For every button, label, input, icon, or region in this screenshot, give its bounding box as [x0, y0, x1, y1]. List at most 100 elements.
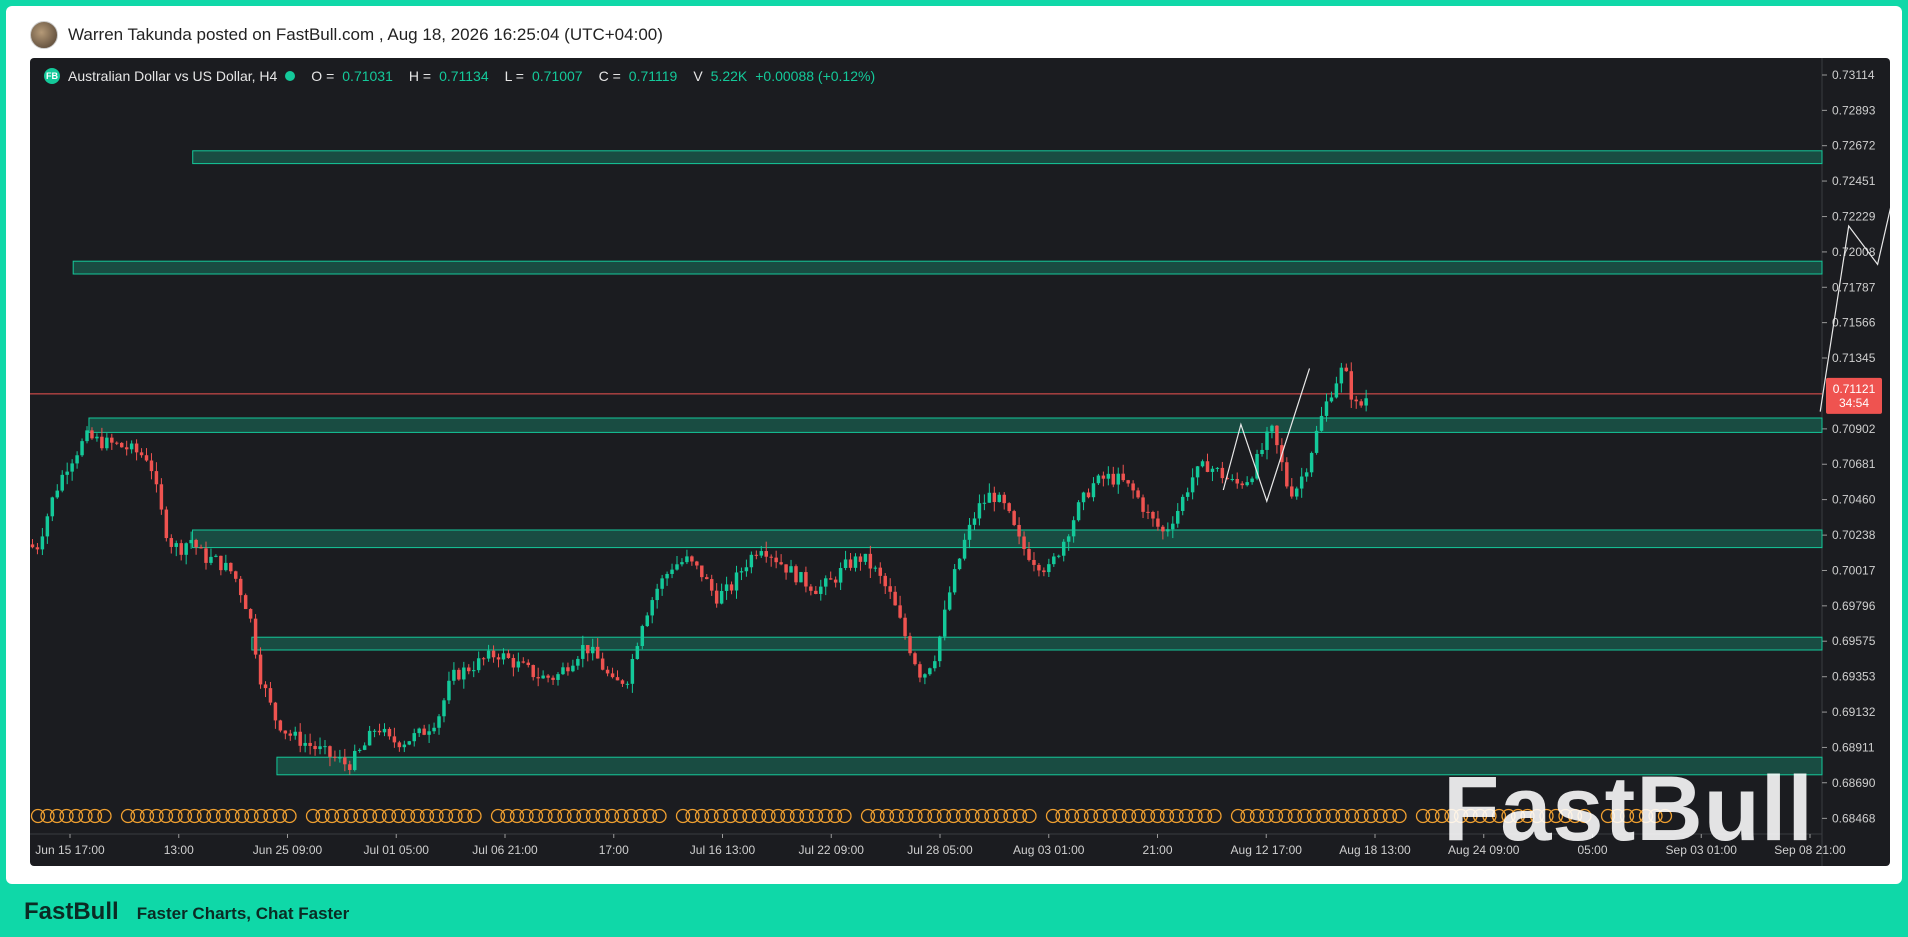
candle-body — [164, 509, 169, 539]
candle-body — [278, 720, 283, 731]
y-tick-label: 0.70902 — [1832, 422, 1876, 436]
event-marker-icon — [1207, 808, 1222, 824]
candle-body — [700, 565, 704, 578]
candle-body — [576, 658, 580, 666]
candle-body — [1091, 483, 1096, 498]
symbol-name: Australian Dollar vs US Dollar, H4 — [68, 68, 278, 84]
candle-body — [35, 547, 40, 550]
candle-body — [353, 750, 357, 770]
candle-body — [1116, 473, 1120, 485]
candle-body — [1190, 477, 1195, 493]
candle-body — [690, 556, 694, 562]
x-tick-label: 21:00 — [1142, 843, 1172, 857]
candle-body — [566, 667, 570, 672]
candle-body — [749, 554, 754, 568]
x-tick-label: Aug 03 01:00 — [1013, 843, 1085, 857]
candle-body — [526, 662, 531, 666]
y-tick-label: 0.73114 — [1832, 68, 1875, 82]
candle-body — [729, 584, 734, 591]
candle-body — [268, 688, 273, 703]
candle-body — [60, 474, 64, 491]
candle-body — [620, 680, 625, 684]
chart-canvas[interactable]: 0.73114 0.72893 0.72672 0.72451 0.72229 0.720… — [30, 58, 1890, 866]
candle-body — [650, 600, 654, 616]
candle-body — [1037, 564, 1041, 571]
candle-body — [417, 728, 421, 734]
market-status-dot-icon — [285, 71, 296, 81]
y-tick-label: 0.70460 — [1832, 493, 1876, 507]
candle-body — [1240, 483, 1244, 486]
candle-body — [918, 664, 922, 678]
open-value: 0.71031 — [342, 68, 393, 84]
candle-body — [85, 430, 89, 442]
candle-body — [1285, 462, 1289, 487]
avatar[interactable] — [30, 21, 58, 49]
candle-body — [1061, 541, 1066, 556]
candle-body — [1161, 526, 1165, 532]
price-chart[interactable]: 0.73114 0.72893 0.72672 0.72451 0.72229 0.720… — [30, 58, 1890, 866]
candle-body — [1121, 473, 1125, 481]
candle-body — [80, 441, 84, 456]
candle-body — [1057, 555, 1061, 557]
current-price-countdown: 34:54 — [1839, 396, 1869, 410]
candle-body — [680, 562, 684, 565]
candle-body — [972, 518, 977, 525]
candle-body — [893, 591, 897, 606]
candle-body — [288, 733, 293, 736]
candle-body — [144, 455, 149, 461]
support-resistance-zone — [192, 150, 1823, 165]
candle-body — [1354, 399, 1358, 402]
candle-body — [784, 564, 788, 573]
candle-body — [50, 497, 55, 517]
candle-body — [139, 452, 144, 456]
low-label: L = — [504, 68, 524, 84]
candle-body — [362, 745, 367, 750]
candle-body — [556, 674, 560, 680]
candle-body — [189, 539, 193, 544]
candle-body — [1151, 511, 1155, 519]
candle-body — [714, 590, 719, 604]
candle-body — [1195, 466, 1200, 478]
candle-body — [506, 653, 511, 658]
candle-body — [779, 562, 783, 565]
candle-body — [903, 617, 907, 637]
event-marker-icon — [1392, 808, 1407, 824]
candle-body — [134, 443, 139, 453]
candle-body — [1012, 511, 1016, 525]
candle-body — [1260, 449, 1264, 455]
candle-body — [1309, 452, 1314, 473]
candle-body — [923, 674, 927, 678]
candle-body — [615, 677, 620, 681]
candle-body — [1017, 524, 1021, 537]
candle-body — [1176, 510, 1180, 524]
footer-tagline: Faster Charts, Chat Faster — [136, 904, 350, 923]
candle-body — [149, 460, 154, 472]
candle-body — [467, 667, 471, 672]
x-tick-label: Jun 15 17:00 — [35, 843, 105, 857]
candle-body — [1166, 529, 1170, 532]
candle-body — [100, 436, 104, 449]
y-tick-label: 0.69132 — [1832, 705, 1876, 719]
candle-body — [1066, 536, 1071, 542]
candle-body — [819, 586, 823, 594]
candle-body — [248, 609, 253, 619]
candle-body — [809, 586, 813, 591]
candle-body — [754, 554, 759, 556]
candle-body — [873, 567, 878, 569]
candle-body — [804, 572, 808, 587]
candle-body — [769, 556, 773, 558]
candle-body — [219, 555, 223, 571]
candle-body — [640, 626, 645, 647]
candle-body — [595, 646, 600, 659]
candle-body — [115, 442, 119, 444]
footer-brand[interactable]: FastBull — [24, 898, 119, 926]
candle-body — [581, 645, 585, 659]
candle-body — [928, 668, 932, 675]
candle-body — [1032, 559, 1036, 565]
candle-body — [516, 661, 521, 668]
candle-body — [933, 661, 937, 669]
fastbull-watermark: FastBull — [1443, 758, 1814, 860]
y-tick-label: 0.69575 — [1832, 634, 1876, 648]
candle-body — [1171, 523, 1175, 530]
candle-body — [357, 749, 362, 751]
